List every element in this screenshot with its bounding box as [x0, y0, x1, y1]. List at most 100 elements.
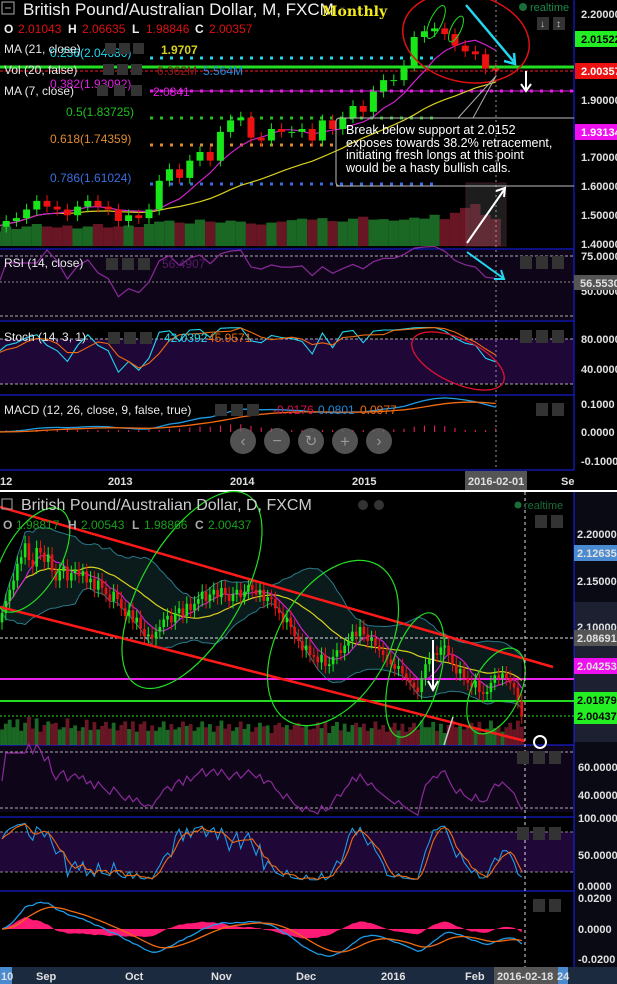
ma7-settings-button[interactable]: [97, 85, 108, 96]
ma21-legend[interactable]: MA (21, close): [4, 42, 81, 56]
volume-legend[interactable]: Vol (20, false): [4, 63, 77, 77]
candle-body: [416, 687, 420, 693]
macd-value: 0.0801: [318, 403, 355, 417]
chart-title[interactable]: British Pound/Australian Dollar, M, FXCM: [23, 0, 334, 19]
volume-bar: [62, 225, 73, 246]
ma21-gear-icon[interactable]: [119, 43, 130, 54]
time-tick: Se: [561, 476, 574, 488]
stoch-down-button[interactable]: [536, 330, 548, 343]
volume-bar: [388, 220, 399, 246]
candle-body: [12, 218, 20, 221]
candle-body: [239, 589, 242, 598]
macd-scale-button[interactable]: [549, 899, 561, 912]
open-label: O: [4, 22, 13, 36]
stoch-up-button[interactable]: [520, 330, 532, 343]
rsi-up-button[interactable]: [517, 751, 529, 764]
ohlc-readout: O 2.01043 H 2.06635 L 1.98846 C 2.00357: [4, 22, 253, 36]
candle-body: [435, 653, 439, 655]
candle-body: [116, 591, 119, 600]
rsi-scale-button[interactable]: [552, 256, 564, 269]
rsi-down-button[interactable]: [536, 256, 548, 269]
candle-body: [100, 580, 104, 588]
charts-canvas[interactable]: Break below support at 2.0152 exposes to…: [0, 0, 617, 984]
arrows-vertical-icon: ↕: [556, 19, 561, 30]
rsi-visibility-button[interactable]: [106, 258, 118, 270]
candle-body: [320, 654, 323, 663]
candle-body: [493, 675, 497, 683]
volume-bar: [323, 721, 328, 745]
fib-label-05: 0.5(1.83725): [66, 105, 134, 119]
stoch-gear-icon[interactable]: [124, 332, 136, 344]
macd-visibility-button[interactable]: [215, 404, 227, 416]
macd-gear-icon[interactable]: [231, 404, 243, 416]
scroll-down-button[interactable]: [535, 515, 547, 528]
vol-close-icon[interactable]: [131, 64, 142, 75]
candle-body: [318, 120, 326, 141]
chevron-left-icon: ‹: [240, 433, 245, 450]
volume-bar: [288, 729, 293, 745]
candle-body: [420, 678, 423, 693]
high-value: 2.06635: [82, 22, 126, 36]
gear-icon[interactable]: [374, 500, 384, 510]
rsi-down-button[interactable]: [533, 751, 545, 764]
macd-close-icon[interactable]: [247, 404, 259, 416]
stoch-close-icon[interactable]: [140, 332, 152, 344]
vol-gear-icon[interactable]: [117, 64, 128, 75]
macd-scale-button[interactable]: [552, 403, 564, 416]
candle-body: [324, 654, 327, 667]
chart-title[interactable]: British Pound/Australian Dollar, D, FXCM: [21, 497, 312, 514]
volume-bar: [462, 729, 466, 745]
volume-bar: [315, 722, 320, 745]
candle-body: [196, 152, 204, 161]
scale-button[interactable]: [551, 515, 563, 528]
candle-body: [170, 615, 173, 623]
rsi-scale-button[interactable]: [549, 751, 561, 764]
stoch-up-button[interactable]: [517, 827, 529, 840]
rsi-legend[interactable]: RSI (14, close): [4, 256, 83, 270]
stoch-scale-button[interactable]: [549, 827, 561, 840]
candle-body: [155, 180, 163, 210]
stoch-down-button[interactable]: [533, 827, 545, 840]
volume-bar: [231, 730, 235, 745]
rsi-gear-icon[interactable]: [122, 258, 134, 270]
vol-settings-button[interactable]: [103, 64, 114, 75]
volume-bar: [194, 219, 206, 246]
volume-bar: [192, 730, 197, 745]
candle-body: [327, 664, 331, 667]
volume-bar: [196, 727, 201, 745]
macd-up-button[interactable]: [536, 403, 548, 416]
volume-bar: [61, 727, 66, 745]
volume-bar: [123, 225, 134, 246]
candle-body: [393, 664, 396, 669]
stoch-scale-button[interactable]: [552, 330, 564, 343]
ma7-legend[interactable]: MA (7, close): [4, 84, 74, 98]
ma7-close-icon[interactable]: [131, 85, 142, 96]
rsi-close-icon[interactable]: [138, 258, 150, 270]
volume-bar: [269, 733, 274, 745]
candle-body: [304, 645, 308, 651]
candle-body: [73, 569, 77, 574]
macd-legend[interactable]: MACD (12, 26, close, 9, false, true): [4, 403, 191, 417]
candle-body: [478, 680, 481, 693]
ma21-close-icon[interactable]: [133, 43, 144, 54]
volume-bar: [138, 724, 143, 745]
candle-body: [31, 560, 35, 567]
volume-bar: [227, 724, 232, 745]
ma21-settings-button[interactable]: [105, 43, 116, 54]
chart-nav: ‹ − ↻ + ›: [230, 428, 392, 454]
stoch-legend[interactable]: Stoch (14, 3, 1): [4, 330, 86, 344]
bollinger-fill: [2, 527, 522, 709]
rsi-tick: 60.0000: [578, 762, 617, 774]
volume-bar: [454, 727, 459, 745]
candle-body: [312, 654, 316, 657]
ma7-gear-icon[interactable]: [114, 85, 125, 96]
macd-up-button[interactable]: [533, 899, 545, 912]
candle-body: [84, 200, 92, 207]
stoch-visibility-button[interactable]: [108, 332, 120, 344]
visibility-icon[interactable]: [358, 500, 368, 510]
stoch-tick: 50.0000: [578, 850, 617, 862]
rsi-up-button[interactable]: [520, 256, 532, 269]
candle-body: [220, 587, 223, 598]
stoch-k-value: 42.0392: [164, 331, 208, 345]
stoch-d-value: 45.9571: [208, 331, 252, 345]
